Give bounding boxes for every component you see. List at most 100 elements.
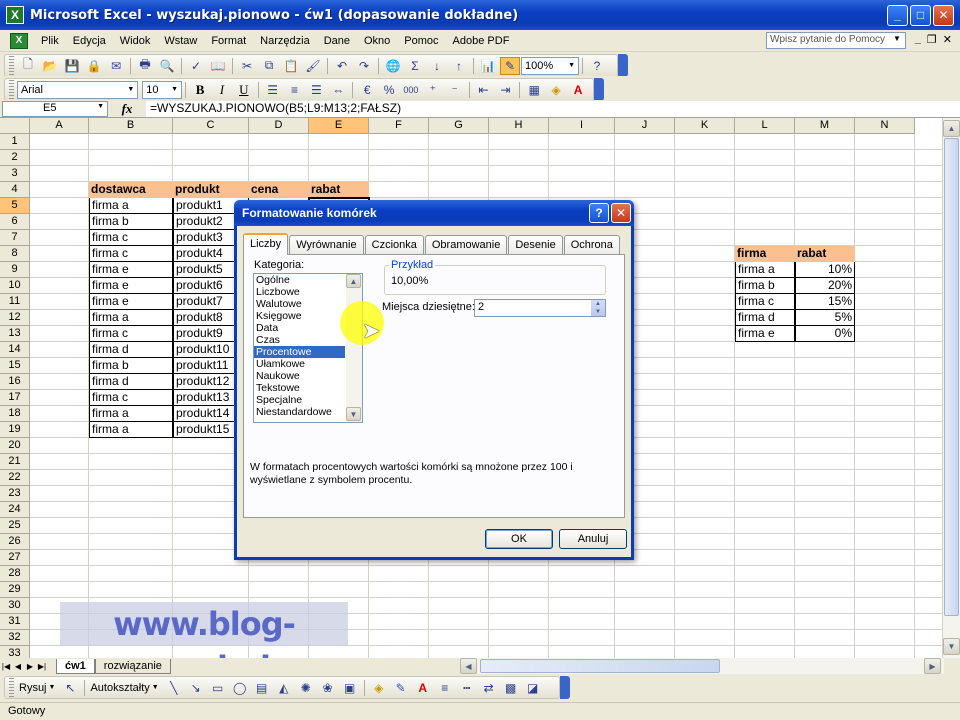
- table-cell[interactable]: firma c: [89, 390, 173, 406]
- name-box[interactable]: E5 ▼: [2, 100, 108, 117]
- row-header-9[interactable]: 9: [0, 262, 30, 278]
- chevron-down-icon[interactable]: ▼: [97, 103, 104, 110]
- first-sheet-icon[interactable]: |◀: [0, 662, 12, 671]
- textbox-icon[interactable]: ▤: [252, 679, 272, 697]
- doc-close-icon[interactable]: ✕: [943, 33, 952, 46]
- lookup-cell[interactable]: 10%: [795, 262, 855, 278]
- column-header-e[interactable]: E: [309, 118, 369, 134]
- fill-color-icon[interactable]: ◈: [369, 679, 389, 697]
- row-header-28[interactable]: 28: [0, 566, 30, 582]
- table-cell[interactable]: firma a: [89, 422, 173, 438]
- scroll-up-icon[interactable]: ▲: [943, 120, 960, 137]
- menu-wstaw[interactable]: Wstaw: [157, 35, 204, 47]
- dialog-help-button[interactable]: ?: [589, 203, 609, 223]
- table-cell[interactable]: firma e: [89, 294, 173, 310]
- table-cell[interactable]: firma e: [89, 262, 173, 278]
- sort-ascending-icon[interactable]: ↓: [427, 57, 447, 75]
- row-header-3[interactable]: 3: [0, 166, 30, 182]
- row-header-10[interactable]: 10: [0, 278, 30, 294]
- sheet-tab-cw1[interactable]: ćw1: [56, 658, 95, 674]
- maximize-button[interactable]: □: [910, 4, 931, 26]
- next-sheet-icon[interactable]: ▶: [24, 662, 36, 671]
- column-header-j[interactable]: J: [615, 118, 675, 134]
- prev-sheet-icon[interactable]: ◀: [12, 662, 24, 671]
- last-sheet-icon[interactable]: ▶|: [36, 662, 48, 671]
- decimal-places-spinner[interactable]: ▲ ▼: [591, 300, 605, 316]
- permission-icon[interactable]: 🔒: [84, 57, 104, 75]
- category-item[interactable]: Ogólne: [254, 274, 345, 286]
- scroll-right-icon[interactable]: ▶: [924, 658, 941, 674]
- open-icon[interactable]: 📂: [40, 57, 60, 75]
- font-color-icon[interactable]: A: [568, 81, 588, 99]
- row-header-16[interactable]: 16: [0, 374, 30, 390]
- currency-button[interactable]: €: [357, 81, 377, 99]
- redo-icon[interactable]: ↷: [354, 57, 374, 75]
- category-item[interactable]: Księgowe: [254, 310, 345, 322]
- row-header-15[interactable]: 15: [0, 358, 30, 374]
- lookup-cell[interactable]: firma b: [735, 278, 795, 294]
- excel-app-icon[interactable]: X: [6, 6, 24, 24]
- row-header-24[interactable]: 24: [0, 502, 30, 518]
- category-item[interactable]: Czas: [254, 334, 345, 346]
- table-cell[interactable]: firma d: [89, 342, 173, 358]
- select-all-button[interactable]: [0, 118, 30, 134]
- category-item[interactable]: Procentowe: [254, 346, 345, 358]
- toolbar-grip[interactable]: [9, 677, 14, 698]
- chevron-down-icon[interactable]: ▼: [152, 684, 159, 691]
- align-center-icon[interactable]: ≡: [285, 81, 305, 99]
- lookup-cell[interactable]: 15%: [795, 294, 855, 310]
- ok-button[interactable]: OK: [485, 529, 553, 549]
- row-header-21[interactable]: 21: [0, 454, 30, 470]
- table-cell[interactable]: firma c: [89, 326, 173, 342]
- print-preview-icon[interactable]: 🔍: [157, 57, 177, 75]
- doc-restore-icon[interactable]: ❐: [927, 33, 937, 46]
- lookup-cell[interactable]: firma e: [735, 326, 795, 342]
- decrease-indent-icon[interactable]: ⇤: [474, 81, 494, 99]
- tab-obramowanie[interactable]: Obramowanie: [424, 235, 508, 254]
- category-item[interactable]: Data: [254, 322, 345, 334]
- table-header-cell[interactable]: cena: [249, 182, 309, 198]
- table-header-cell[interactable]: produkt: [173, 182, 249, 198]
- lookup-cell[interactable]: 5%: [795, 310, 855, 326]
- tab-czcionka[interactable]: Czcionka: [364, 235, 424, 254]
- table-cell[interactable]: firma a: [89, 406, 173, 422]
- doc-minimize-icon[interactable]: _: [915, 33, 921, 46]
- autoshapes-menu-button[interactable]: Autokształty: [88, 682, 151, 694]
- category-list[interactable]: ▲ ▼ Ogólne Liczbowe Walutowe Księgowe Data Cz…: [253, 273, 363, 423]
- category-item[interactable]: Walutowe: [254, 298, 345, 310]
- workbook-icon[interactable]: X: [10, 32, 28, 49]
- diagram-icon[interactable]: ✺: [296, 679, 316, 697]
- table-cell[interactable]: firma c: [89, 230, 173, 246]
- increase-indent-icon[interactable]: ⇥: [495, 81, 515, 99]
- lookup-header-cell[interactable]: firma: [735, 246, 795, 262]
- menu-pomoc[interactable]: Pomoc: [397, 35, 445, 47]
- drawing-icon[interactable]: ✎: [500, 56, 520, 75]
- email-icon[interactable]: ✉: [106, 57, 126, 75]
- copy-icon[interactable]: ⧉: [259, 57, 279, 75]
- formula-input[interactable]: =WYSZUKAJ.PIONOWO(B5;L9:M13;2;FAŁSZ): [146, 100, 960, 117]
- decrease-decimal-icon[interactable]: ⁻: [445, 81, 465, 99]
- row-header-6[interactable]: 6: [0, 214, 30, 230]
- merge-center-icon[interactable]: ⇔: [328, 81, 348, 99]
- 3d-icon[interactable]: ◪: [523, 679, 543, 697]
- font-color-icon[interactable]: A: [413, 679, 433, 697]
- tab-desenie[interactable]: Desenie: [508, 235, 563, 254]
- font-name-select[interactable]: Arial ▼: [16, 80, 139, 99]
- help-search-input[interactable]: Wpisz pytanie do Pomocy: [766, 32, 906, 49]
- lookup-header-cell[interactable]: rabat: [795, 246, 855, 262]
- fill-color-icon[interactable]: ◈: [546, 81, 566, 99]
- menu-edycja[interactable]: Edycja: [66, 35, 113, 47]
- category-item[interactable]: Specjalne: [254, 394, 345, 406]
- column-header-c[interactable]: C: [173, 118, 249, 134]
- scroll-down-icon[interactable]: ▼: [346, 407, 361, 421]
- tab-liczby[interactable]: Liczby: [243, 233, 289, 255]
- table-cell[interactable]: firma a: [89, 310, 173, 326]
- table-cell[interactable]: firma b: [89, 358, 173, 374]
- category-item[interactable]: Liczbowe: [254, 286, 345, 298]
- row-header-27[interactable]: 27: [0, 550, 30, 566]
- lookup-cell[interactable]: firma c: [735, 294, 795, 310]
- toolbar-options-icon[interactable]: [618, 54, 628, 77]
- row-header-31[interactable]: 31: [0, 614, 30, 630]
- column-header-b[interactable]: B: [89, 118, 173, 134]
- vertical-scroll-thumb[interactable]: [944, 138, 959, 616]
